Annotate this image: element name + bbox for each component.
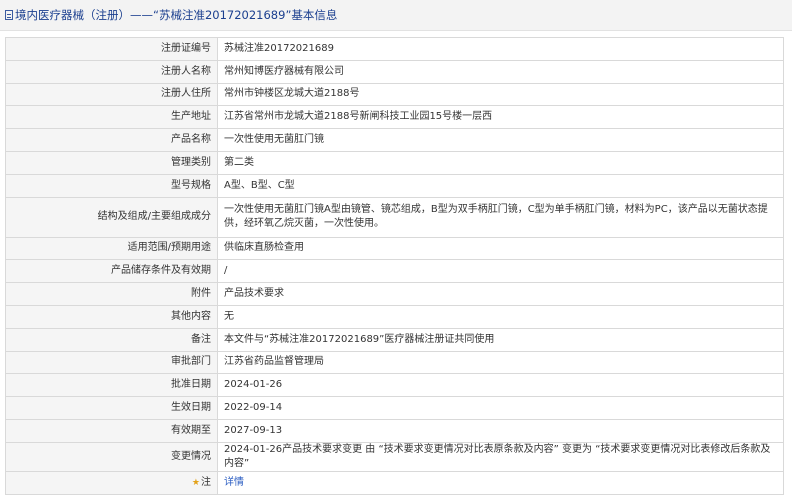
note-label: 注 — [201, 476, 211, 488]
table-row: 产品名称 一次性使用无菌肛门镜 — [5, 128, 784, 152]
row-label: 结构及组成/主要组成成分 — [5, 196, 218, 238]
row-value: 江苏省药品监督管理局 — [217, 350, 784, 375]
row-label: 生产地址 — [5, 105, 218, 130]
row-label: 注册人名称 — [5, 59, 218, 84]
row-value: 供临床直肠检查用 — [217, 236, 784, 261]
info-table: 注册证编号 苏械注准20172021689 注册人名称 常州知博医疗器械有限公司… — [5, 37, 784, 495]
page-header: 境内医疗器械（注册）——“苏械注准20172021689”基本信息 — [0, 0, 792, 31]
row-label: 附件 — [5, 282, 218, 306]
row-value: 常州市钟楼区龙城大道2188号 — [217, 82, 784, 107]
table-row-note: ★注 详情 — [5, 470, 784, 495]
table-row: 有效期至 2027-09-13 — [5, 418, 784, 443]
table-row: 产品储存条件及有效期 / — [5, 259, 784, 284]
row-label: 注册人住所 — [5, 82, 218, 107]
row-value: 一次性使用无菌肛门镜A型由镜管、镜芯组成，B型为双手柄肛门镜，C型为单手柄肛门镜… — [217, 196, 784, 238]
row-value: 2022-09-14 — [217, 396, 784, 420]
row-label: 生效日期 — [5, 396, 218, 420]
row-value: 本文件与“苏械注准20172021689”医疗器械注册证共同使用 — [217, 327, 784, 352]
row-value: 第二类 — [217, 150, 784, 175]
table-row: 备注 本文件与“苏械注准20172021689”医疗器械注册证共同使用 — [5, 327, 784, 352]
table-row: 批准日期 2024-01-26 — [5, 373, 784, 398]
table-row: 注册人住所 常州市钟楼区龙城大道2188号 — [5, 82, 784, 107]
row-label: 备注 — [5, 327, 218, 352]
row-value: 江苏省常州市龙城大道2188号新闸科技工业园15号楼一层西 — [217, 105, 784, 130]
row-label: 批准日期 — [5, 373, 218, 398]
row-label: 变更情况 — [5, 441, 218, 472]
table-row: 型号规格 A型、B型、C型 — [5, 173, 784, 198]
note-icon: ★ — [191, 477, 200, 488]
table-row: 审批部门 江苏省药品监督管理局 — [5, 350, 784, 375]
row-value: 2024-01-26产品技术要求变更 由 “技术要求变更情况对比表原条款及内容”… — [217, 441, 784, 472]
row-value: 常州知博医疗器械有限公司 — [217, 59, 784, 84]
row-value: 2027-09-13 — [217, 418, 784, 443]
row-value: 苏械注准20172021689 — [217, 37, 784, 61]
row-label: 产品储存条件及有效期 — [5, 259, 218, 284]
table-row: 结构及组成/主要组成成分 一次性使用无菌肛门镜A型由镜管、镜芯组成，B型为双手柄… — [5, 196, 784, 238]
table-row: 附件 产品技术要求 — [5, 282, 784, 306]
row-label: 产品名称 — [5, 128, 218, 152]
row-value: / — [217, 259, 784, 284]
table-row: 注册人名称 常州知博医疗器械有限公司 — [5, 59, 784, 84]
row-label: 其他内容 — [5, 304, 218, 329]
row-label: 适用范围/预期用途 — [5, 236, 218, 261]
table-row: 生产地址 江苏省常州市龙城大道2188号新闸科技工业园15号楼一层西 — [5, 105, 784, 130]
note-label-cell: ★注 — [5, 470, 218, 495]
row-value: 一次性使用无菌肛门镜 — [217, 128, 784, 152]
row-label: 管理类别 — [5, 150, 218, 175]
row-value: 产品技术要求 — [217, 282, 784, 306]
table-row: 变更情况 2024-01-26产品技术要求变更 由 “技术要求变更情况对比表原条… — [5, 441, 784, 472]
table-row: 适用范围/预期用途 供临床直肠检查用 — [5, 236, 784, 261]
row-label: 注册证编号 — [5, 37, 218, 61]
row-label: 审批部门 — [5, 350, 218, 375]
row-label: 型号规格 — [5, 173, 218, 198]
table-row: 管理类别 第二类 — [5, 150, 784, 175]
info-table-container: 注册证编号 苏械注准20172021689 注册人名称 常州知博医疗器械有限公司… — [5, 37, 784, 495]
table-row: 其他内容 无 — [5, 304, 784, 329]
page-title: 境内医疗器械（注册）——“苏械注准20172021689”基本信息 — [15, 8, 338, 22]
table-row: 注册证编号 苏械注准20172021689 — [5, 37, 784, 61]
note-value-cell: 详情 — [217, 470, 784, 495]
row-value: 2024-01-26 — [217, 373, 784, 398]
row-label: 有效期至 — [5, 418, 218, 443]
row-value: 无 — [217, 304, 784, 329]
details-link[interactable]: 详情 — [224, 477, 244, 488]
document-icon — [5, 10, 13, 20]
row-value: A型、B型、C型 — [217, 173, 784, 198]
table-row: 生效日期 2022-09-14 — [5, 396, 784, 420]
